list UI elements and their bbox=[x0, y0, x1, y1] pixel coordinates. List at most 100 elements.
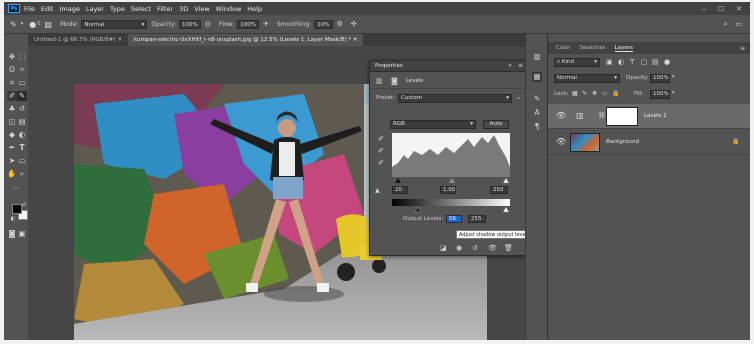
foreground-color-swatch[interactable] bbox=[12, 204, 22, 214]
layer-name-background[interactable]: Background bbox=[606, 139, 639, 145]
tab-color[interactable]: Color bbox=[556, 45, 570, 51]
blur-tool-icon[interactable]: ◆ bbox=[7, 130, 17, 140]
eraser-tool-icon[interactable]: ◫ bbox=[7, 117, 17, 127]
menu-select[interactable]: Select bbox=[131, 5, 151, 13]
menu-layer[interactable]: Layer bbox=[86, 5, 104, 13]
output-white-field[interactable]: 255 bbox=[468, 215, 486, 223]
filter-pixel-icon[interactable]: ▣ bbox=[606, 58, 613, 66]
smoothing-field[interactable]: 10% bbox=[314, 19, 333, 29]
background-thumbnail[interactable] bbox=[570, 133, 600, 152]
paragraph-icon[interactable]: ¶ bbox=[532, 122, 542, 132]
tab-layers[interactable]: Layers bbox=[614, 45, 633, 52]
lock-image-icon[interactable]: ✎ bbox=[582, 90, 587, 97]
panel-menu-icon[interactable]: ≡ bbox=[518, 62, 523, 69]
chevron-down-icon[interactable]: ▾ bbox=[672, 90, 675, 96]
brush-tool-icon[interactable]: ✎ bbox=[10, 20, 17, 29]
gear-icon[interactable]: ⚙ bbox=[337, 20, 343, 28]
menu-type[interactable]: Type bbox=[110, 5, 125, 13]
input-mid-field[interactable]: 1.00 bbox=[440, 186, 456, 194]
layer-mask-thumbnail[interactable] bbox=[606, 107, 638, 126]
clip-to-layer-icon[interactable]: ◪ bbox=[440, 244, 447, 252]
crop-tool-icon[interactable]: ⌗ bbox=[7, 78, 17, 88]
adjustments-icon[interactable]: ▦ bbox=[532, 72, 542, 82]
dodge-tool-icon[interactable]: ◐ bbox=[17, 130, 27, 140]
search-icon[interactable]: ⌕ bbox=[723, 20, 727, 29]
clone-stamp-icon[interactable]: ♣ bbox=[7, 104, 17, 114]
move-tool-icon[interactable]: ✥ bbox=[7, 52, 17, 62]
tab-swatches[interactable]: Swatches bbox=[579, 45, 605, 51]
clipping-warning-icon[interactable]: ▲ bbox=[375, 187, 380, 194]
filter-shape-icon[interactable]: ▢ bbox=[641, 58, 648, 66]
layer-name-levels[interactable]: Levels 1 bbox=[644, 113, 667, 119]
channel-dropdown[interactable]: RGB ▾ bbox=[390, 120, 476, 129]
history-icon[interactable]: ▥ bbox=[532, 52, 542, 62]
menu-filter[interactable]: Filter bbox=[157, 5, 173, 13]
close-icon[interactable]: ✕ bbox=[353, 37, 358, 43]
flow-field[interactable]: 100% bbox=[237, 19, 259, 29]
black-point-eyedropper-icon[interactable]: ✐ bbox=[378, 135, 384, 143]
frame-tool-icon[interactable]: ▭ bbox=[17, 78, 27, 88]
tab-kumpan-image[interactable]: kumpan-electric-UxXHXf_l-n8-unsplash.jpg… bbox=[127, 34, 364, 46]
marquee-tool-icon[interactable]: ⬚ bbox=[17, 52, 27, 62]
eyedropper-tool-icon[interactable]: ✐ bbox=[7, 91, 17, 101]
filter-smart-icon[interactable]: ▤ bbox=[652, 58, 659, 66]
gray-point-eyedropper-icon[interactable]: ✐ bbox=[378, 147, 384, 155]
quick-select-icon[interactable]: ✧ bbox=[17, 65, 27, 75]
lock-transparent-icon[interactable]: ▦ bbox=[572, 90, 578, 97]
lasso-tool-icon[interactable]: ʘ bbox=[7, 65, 17, 75]
trash-icon[interactable]: 🗑 bbox=[504, 244, 513, 252]
menu-edit[interactable]: Edit bbox=[41, 5, 54, 13]
preset-dropdown[interactable]: Custom ▾ bbox=[398, 94, 512, 103]
white-point-eyedropper-icon[interactable]: ✐ bbox=[378, 159, 384, 167]
close-icon[interactable]: ✕ bbox=[117, 37, 122, 43]
visibility-icon[interactable]: 👁 bbox=[488, 244, 497, 252]
panel-menu-icon[interactable]: ≡ bbox=[740, 45, 745, 52]
hand-tool-icon[interactable]: ✋ bbox=[7, 169, 17, 179]
eye-icon[interactable]: 👁 bbox=[556, 137, 566, 146]
auto-button[interactable]: Auto bbox=[483, 120, 509, 129]
input-white-field[interactable]: 250 bbox=[490, 186, 508, 194]
menu-file[interactable]: File bbox=[24, 5, 35, 13]
history-brush-icon[interactable]: ↺ bbox=[17, 104, 27, 114]
path-select-icon[interactable]: ➤ bbox=[7, 156, 17, 166]
output-slider-track[interactable] bbox=[392, 206, 510, 213]
tab-untitled[interactable]: Untitled-1 @ 66.7% (RGB/8#) ✕ bbox=[28, 34, 128, 46]
filter-adjustment-icon[interactable]: ◐ bbox=[618, 58, 624, 66]
reset-icon[interactable]: ↺ bbox=[472, 244, 478, 252]
rectangle-tool-icon[interactable]: ▭ bbox=[17, 156, 27, 166]
lock-position-icon[interactable]: ✥ bbox=[592, 90, 597, 97]
chevron-down-icon[interactable]: ▾ bbox=[21, 21, 24, 27]
fill-field[interactable]: 100% bbox=[650, 90, 670, 99]
expand-icon[interactable]: ⌄ bbox=[516, 94, 521, 101]
lock-all-icon[interactable]: 🔒 bbox=[612, 90, 619, 97]
filter-type-icon[interactable]: T bbox=[630, 58, 634, 66]
mode-dropdown[interactable]: Normal ▾ bbox=[81, 19, 148, 29]
brush-tool-icon[interactable]: ✎ bbox=[17, 91, 27, 101]
chevron-down-icon[interactable]: ▾ bbox=[672, 74, 675, 80]
filter-kind-dropdown[interactable]: ⌕ Kind ▾ bbox=[554, 58, 600, 67]
lock-artboard-icon[interactable]: ▭ bbox=[602, 90, 608, 97]
eye-icon[interactable]: 👁 bbox=[556, 111, 566, 120]
menu-image[interactable]: Image bbox=[59, 5, 79, 13]
pressure-opacity-icon[interactable]: ◎ bbox=[205, 20, 211, 28]
pen-tool-icon[interactable]: ✒ bbox=[7, 143, 17, 153]
input-slider-track[interactable] bbox=[392, 177, 510, 184]
collapse-icon[interactable]: » bbox=[508, 62, 512, 69]
layer-row-background[interactable]: 👁 Background 🔒 bbox=[548, 130, 750, 155]
close-window-icon[interactable]: ✕ bbox=[736, 5, 742, 13]
blend-mode-dropdown[interactable]: Normal ▾ bbox=[554, 74, 620, 83]
mask-icon[interactable]: ◙ bbox=[391, 77, 398, 85]
maximize-icon[interactable]: ☐ bbox=[718, 5, 724, 13]
airbrush-icon[interactable]: ✈ bbox=[263, 20, 269, 28]
minimize-icon[interactable]: – bbox=[702, 5, 706, 13]
menu-help[interactable]: Help bbox=[247, 5, 262, 13]
default-colors-icon[interactable]: ◧ bbox=[8, 214, 18, 224]
symmetry-icon[interactable]: ✣ bbox=[351, 20, 357, 28]
type-tool-icon[interactable]: T bbox=[17, 143, 27, 153]
zoom-tool-icon[interactable]: ⌕ bbox=[17, 169, 27, 179]
menu-window[interactable]: Window bbox=[216, 5, 242, 13]
filter-toggle-icon[interactable]: ● bbox=[664, 58, 670, 66]
character-icon[interactable]: A bbox=[532, 108, 542, 118]
screen-mode-icon[interactable]: ▣ bbox=[17, 229, 27, 239]
gradient-tool-icon[interactable]: ▤ bbox=[17, 117, 27, 127]
